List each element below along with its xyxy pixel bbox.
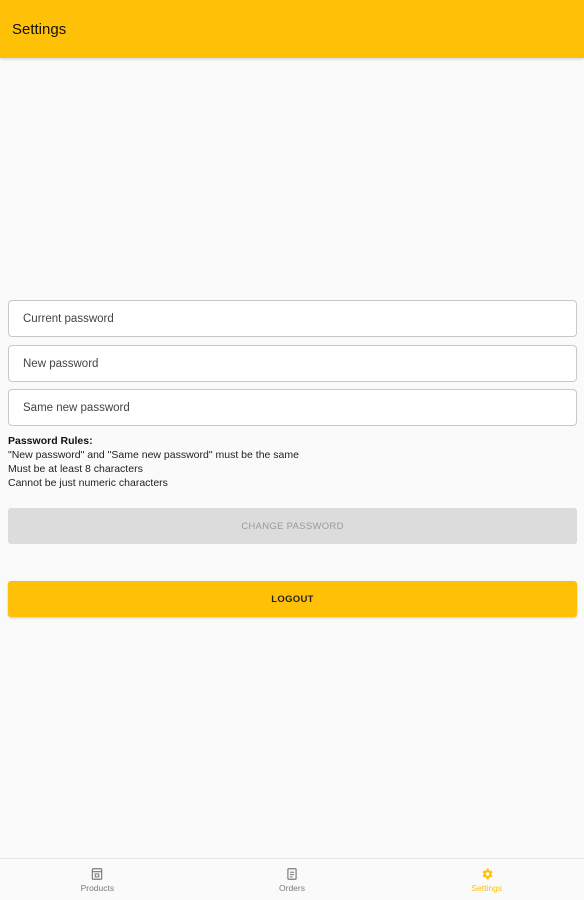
password-rule-item: Must be at least 8 characters [8, 463, 143, 475]
nav-item-products[interactable]: Products [0, 859, 195, 900]
nav-item-settings[interactable]: Settings [389, 859, 584, 900]
nav-item-orders[interactable]: Orders [195, 859, 390, 900]
nav-label-settings: Settings [471, 882, 503, 893]
page-title: Settings [12, 20, 67, 38]
password-rules: Password Rules: "New password" and "Same… [8, 434, 299, 490]
nav-label-orders: Orders [279, 882, 305, 893]
orders-icon [287, 867, 297, 880]
bottom-navigation: Products Orders Settings [0, 858, 584, 900]
change-password-button[interactable]: CHANGE PASSWORD [8, 508, 577, 544]
password-rules-title: Password Rules: [8, 435, 93, 447]
same-new-password-field[interactable] [8, 389, 577, 426]
password-rule-item: Cannot be just numeric characters [8, 477, 168, 489]
app-bar: Settings [0, 0, 584, 58]
same-new-password-input[interactable] [23, 401, 576, 414]
gear-icon [482, 868, 493, 879]
password-rule-item: "New password" and "Same new password" m… [8, 449, 299, 461]
products-icon [92, 867, 103, 880]
current-password-input[interactable] [23, 312, 576, 325]
new-password-input[interactable] [23, 357, 576, 370]
current-password-field[interactable] [8, 300, 577, 337]
new-password-field[interactable] [8, 345, 577, 382]
nav-label-products: Products [80, 882, 115, 893]
logout-button[interactable]: LOGOUT [8, 581, 577, 617]
